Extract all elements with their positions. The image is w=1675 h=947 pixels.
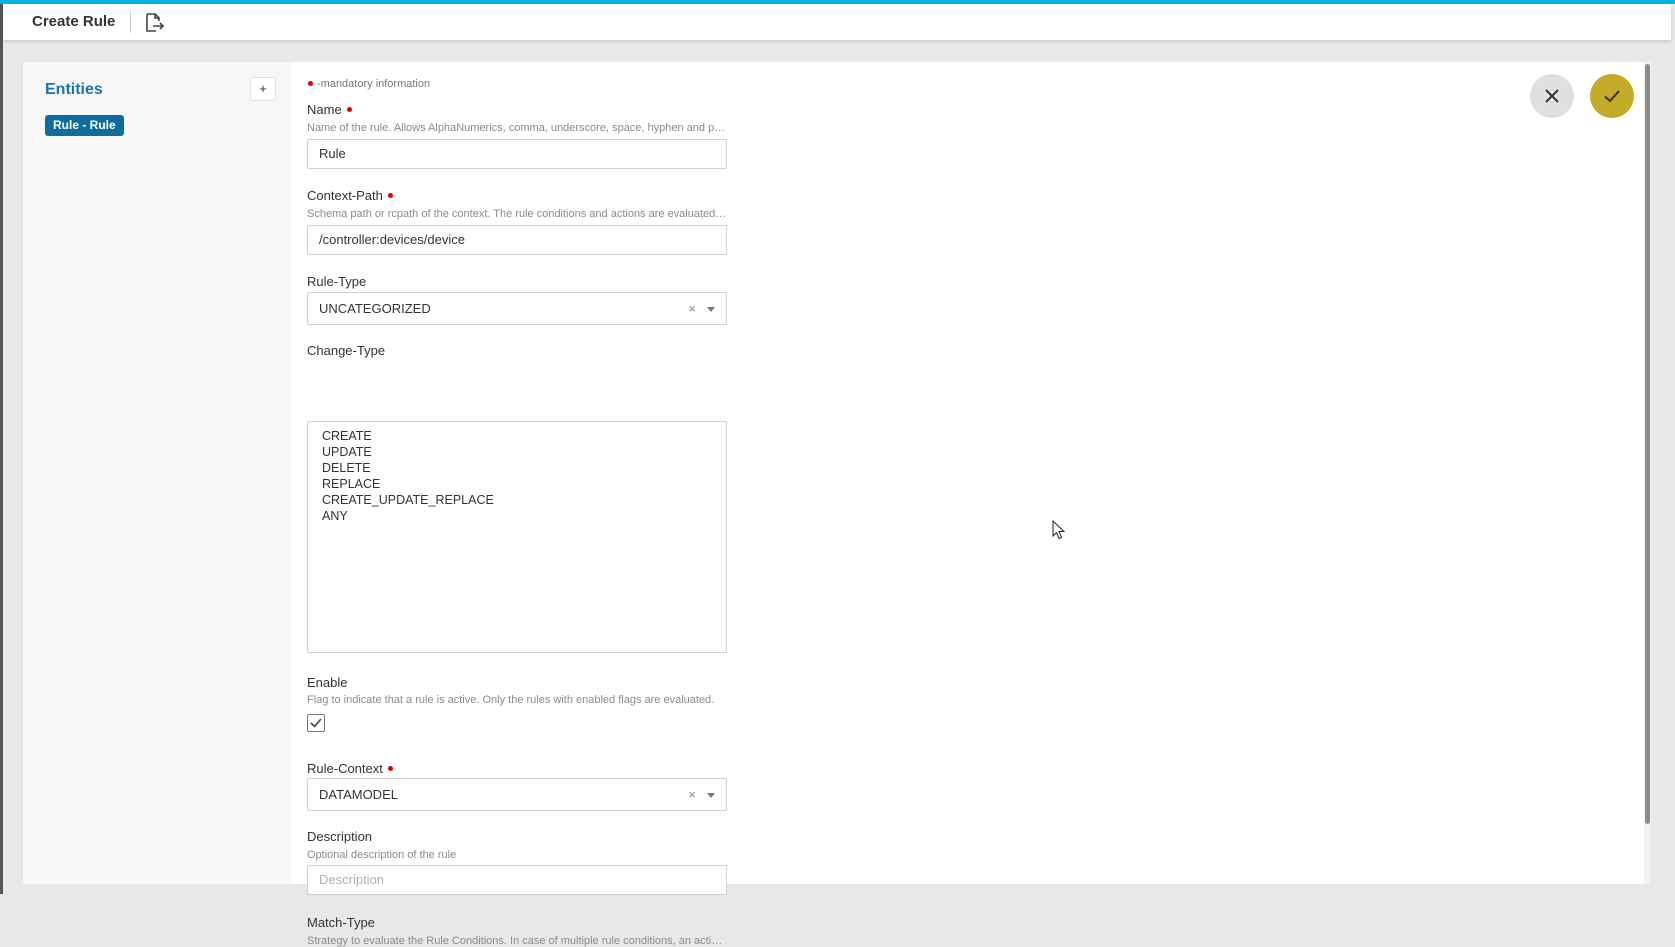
- mandatory-note-text: -mandatory information: [317, 78, 431, 90]
- rule-type-value: UNCATEGORIZED: [319, 301, 431, 316]
- enable-checkbox[interactable]: [307, 714, 325, 732]
- name-label: Name: [307, 102, 356, 117]
- checkmark-icon: [310, 718, 322, 728]
- enable-hint: Flag to indicate that a rule is active. …: [307, 694, 715, 706]
- name-input[interactable]: Rule: [307, 139, 727, 169]
- entities-sidebar: Entities + Rule - Rule: [23, 62, 291, 884]
- context-path-label-text: Context-Path: [307, 188, 383, 203]
- rule-context-select[interactable]: DATAMODEL ×: [307, 778, 727, 811]
- change-type-option[interactable]: CREATE_UPDATE_REPLACE: [308, 492, 726, 508]
- page-title: Create Rule: [32, 13, 116, 30]
- close-icon: [1545, 89, 1559, 103]
- description-label: Description: [307, 829, 373, 844]
- name-label-text: Name: [307, 102, 342, 117]
- match-type-hint: Strategy to evaluate the Rule Conditions…: [307, 935, 727, 947]
- change-type-option[interactable]: ANY: [308, 508, 726, 524]
- entities-title: Entities: [45, 81, 103, 98]
- change-type-option[interactable]: REPLACE: [308, 476, 726, 492]
- rule-type-label: Rule-Type: [307, 274, 367, 289]
- export-icon[interactable]: [143, 12, 165, 34]
- rule-context-label-text: Rule-Context: [307, 761, 383, 776]
- mandatory-dot-icon: [308, 80, 313, 86]
- name-hint: Name of the rule. Allows AlphaNumerics, …: [307, 122, 727, 134]
- rule-context-label: Rule-Context: [307, 761, 397, 776]
- required-dot-icon: [387, 193, 393, 199]
- required-dot-icon: [346, 107, 352, 113]
- change-type-label: Change-Type: [307, 343, 386, 358]
- scrollbar-thumb[interactable]: [1645, 64, 1650, 824]
- rule-editor-card: Entities + Rule - Rule -mandatory inform…: [23, 62, 1651, 947]
- rule-context-value: DATAMODEL: [319, 787, 398, 802]
- change-type-listbox[interactable]: CREATE UPDATE DELETE REPLACE CREATE_UPDA…: [307, 421, 727, 653]
- header-bar: Create Rule: [3, 4, 1671, 40]
- context-path-hint: Schema path or rcpath of the context. Th…: [307, 208, 727, 220]
- rule-type-clear-icon[interactable]: ×: [688, 293, 696, 324]
- description-hint: Optional description of the rule: [307, 849, 457, 861]
- enable-label: Enable: [307, 675, 348, 690]
- rule-context-clear-icon[interactable]: ×: [688, 779, 696, 810]
- mouse-cursor-icon: [1052, 519, 1066, 545]
- description-input[interactable]: Description: [307, 865, 727, 895]
- add-entity-button[interactable]: +: [250, 77, 276, 101]
- save-button[interactable]: [1590, 74, 1634, 118]
- match-type-label: Match-Type: [307, 915, 375, 930]
- chevron-down-icon[interactable]: [707, 793, 715, 798]
- change-type-option[interactable]: CREATE: [308, 428, 726, 444]
- check-icon: [1604, 90, 1620, 103]
- cancel-button[interactable]: [1530, 74, 1574, 118]
- mandatory-note: -mandatory information: [307, 78, 430, 90]
- change-type-option[interactable]: UPDATE: [308, 444, 726, 460]
- window-left-edge: [0, 0, 3, 894]
- chevron-down-icon[interactable]: [707, 307, 715, 312]
- header-divider: [130, 11, 131, 33]
- context-path-label: Context-Path: [307, 188, 397, 203]
- rule-type-select[interactable]: UNCATEGORIZED ×: [307, 292, 727, 325]
- context-path-input[interactable]: /controller:devices/device: [307, 225, 727, 255]
- entity-chip-rule[interactable]: Rule - Rule: [45, 115, 124, 136]
- required-dot-icon: [387, 766, 393, 772]
- change-type-option[interactable]: DELETE: [308, 460, 726, 476]
